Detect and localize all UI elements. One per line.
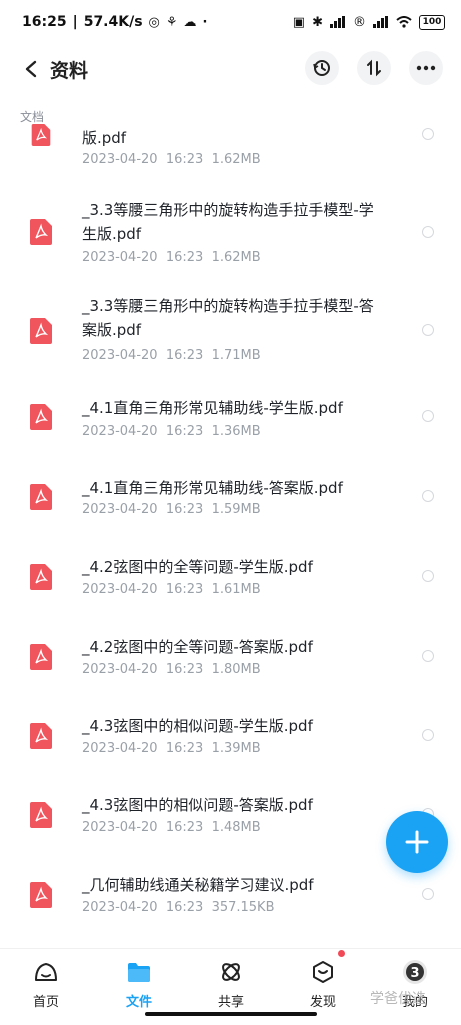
list-item[interactable]: _4.2弦图中的全等问题-答案版.pdf 2023-04-20 16:23 1.… (0, 635, 461, 705)
select-radio[interactable] (422, 490, 434, 502)
file-name: _几何辅助线通关秘籍学习建议.pdf (82, 876, 314, 894)
select-radio[interactable] (422, 324, 434, 336)
pdf-file-icon (30, 564, 52, 590)
list-item[interactable]: _3.3等腰三角形中的旋转构造手拉手模型-学生版.pdf 2023-04-20 … (0, 198, 461, 268)
section-label: 文档 (20, 110, 45, 124)
list-item[interactable]: _4.2弦图中的全等问题-学生版.pdf 2023-04-20 16:23 1.… (0, 555, 461, 625)
whatsapp-icon: ◎ (148, 14, 160, 30)
pdf-file-icon (30, 723, 52, 749)
header: 资料 (0, 44, 461, 94)
roaming-icon: ® (353, 14, 366, 30)
select-radio[interactable] (422, 226, 434, 238)
file-name: _3.3等腰三角形中的旋转构造手拉手模型-学生版.pdf (82, 201, 374, 243)
file-name: _4.1直角三角形常见辅助线-答案版.pdf (82, 479, 343, 497)
file-meta: 2023-04-20 16:23 1.62MB (82, 152, 261, 167)
more-button[interactable] (409, 51, 443, 85)
nav-item-home[interactable]: 首页 (11, 959, 81, 1010)
status-bar: 16:25 | 57.4K/s ◎ ⚘ ☁ · ▣ ✱ ® 100 (0, 0, 461, 44)
more-icon (416, 65, 436, 71)
file-name: _4.2弦图中的全等问题-学生版.pdf (82, 558, 313, 576)
wifi-icon (396, 16, 412, 28)
apps-icon: ⚘ (165, 14, 178, 30)
file-meta: 2023-04-20 16:23 1.62MB (82, 250, 261, 265)
sort-icon (367, 59, 381, 77)
wechat-icon: ☁ (183, 14, 197, 30)
file-name: _3.3等腰三角形中的旋转构造手拉手模型-答案版.pdf (82, 297, 374, 339)
svg-text:3: 3 (410, 966, 419, 981)
signal-2-icon (373, 16, 388, 28)
file-name: _4.2弦图中的全等问题-答案版.pdf (82, 638, 313, 656)
pdf-file-icon (30, 318, 52, 344)
file-meta: 2023-04-20 16:23 1.80MB (82, 662, 261, 677)
list-item[interactable]: _4.1直角三角形常见辅助线-答案版.pdf 2023-04-20 16:23 … (0, 476, 461, 546)
pdf-file-icon (30, 882, 52, 908)
page-title: 资料 (50, 60, 89, 82)
file-meta: 2023-04-20 16:23 1.71MB (82, 348, 261, 363)
pdf-file-icon (30, 802, 52, 828)
file-meta: 2023-04-20 16:23 357.15KB (82, 900, 275, 915)
sort-button[interactable] (357, 51, 391, 85)
back-button[interactable] (16, 54, 46, 84)
list-item[interactable]: _4.3弦图中的相似问题-学生版.pdf 2023-04-20 16:23 1.… (0, 714, 461, 784)
pdf-file-icon (30, 484, 52, 510)
list-item[interactable]: _几何辅助线通关秘籍学习建议.pdf 2023-04-20 16:23 357.… (0, 873, 461, 943)
select-radio[interactable] (422, 888, 434, 900)
status-speed: 57.4K/s (83, 14, 143, 30)
add-fab-button[interactable] (386, 811, 448, 873)
pdf-file-icon (30, 219, 52, 245)
pdf-file-icon (30, 404, 52, 430)
list-item[interactable]: _4.1直角三角形常见辅助线-学生版.pdf 2023-04-20 16:23 … (0, 396, 461, 466)
file-meta: 2023-04-20 16:23 1.59MB (82, 502, 261, 517)
nav-item-discover[interactable]: 发现 (288, 959, 358, 1010)
file-meta: 2023-04-20 16:23 1.61MB (82, 582, 261, 597)
history-icon (313, 60, 330, 76)
list-item[interactable]: 版.pdf 2023-04-20 16:23 1.62MB (0, 124, 461, 174)
folder-icon (128, 963, 150, 982)
nav-label: 发现 (309, 995, 336, 1010)
battery-indicator: 100 (419, 14, 445, 30)
file-name: _4.3弦图中的相似问题-学生版.pdf (82, 717, 313, 735)
nav-item-files[interactable]: 文件 (104, 959, 174, 1010)
nav-item-share[interactable]: 共享 (196, 959, 266, 1010)
nav-label: 文件 (125, 995, 152, 1010)
dot-icon: · (202, 14, 208, 30)
watermark: 学爸优选 (370, 991, 426, 1007)
status-divider: | (72, 14, 78, 30)
discover-icon (313, 961, 333, 983)
bluetooth-icon: ✱ (312, 14, 323, 30)
profile-icon: 3 (403, 960, 427, 984)
file-meta: 2023-04-20 16:23 1.39MB (82, 741, 261, 756)
select-radio[interactable] (422, 729, 434, 741)
select-radio[interactable] (422, 128, 434, 140)
home-icon (35, 963, 57, 981)
share-icon (222, 963, 240, 981)
select-radio[interactable] (422, 570, 434, 582)
pdf-file-icon (31, 124, 51, 146)
nav-label: 首页 (32, 995, 59, 1010)
file-name: 版.pdf (82, 129, 127, 147)
chevron-left-icon (25, 60, 37, 78)
file-name: _4.1直角三角形常见辅助线-学生版.pdf (82, 399, 343, 417)
file-meta: 2023-04-20 16:23 1.36MB (82, 424, 261, 439)
plus-icon (405, 830, 429, 854)
file-meta: 2023-04-20 16:23 1.48MB (82, 820, 261, 835)
notification-dot (338, 950, 345, 957)
nav-label: 共享 (217, 995, 244, 1010)
select-radio[interactable] (422, 410, 434, 422)
pdf-file-icon (30, 644, 52, 670)
file-name: _4.3弦图中的相似问题-答案版.pdf (82, 796, 313, 814)
history-button[interactable] (305, 51, 339, 85)
status-left: 16:25 | 57.4K/s ◎ ⚘ ☁ · (22, 14, 208, 30)
signal-icon (330, 16, 345, 28)
list-item[interactable]: _3.3等腰三角形中的旋转构造手拉手模型-答案版.pdf 2023-04-20 … (0, 294, 461, 364)
status-right: ▣ ✱ ® 100 (292, 14, 445, 30)
home-indicator[interactable] (145, 1012, 317, 1016)
select-radio[interactable] (422, 650, 434, 662)
vibrate-icon: ▣ (292, 14, 306, 30)
status-time: 16:25 (22, 14, 67, 30)
